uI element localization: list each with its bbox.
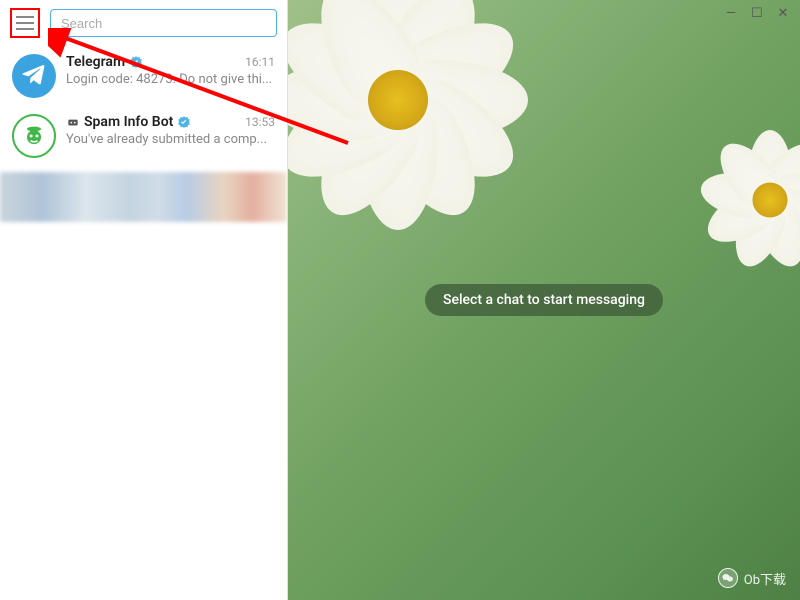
chat-avatar bbox=[12, 54, 56, 98]
chat-time: 16:11 bbox=[245, 55, 275, 69]
bot-tag-icon bbox=[66, 115, 80, 129]
watermark: Ob下载 bbox=[718, 568, 786, 588]
chat-avatar bbox=[12, 114, 56, 158]
chat-list[interactable]: Telegram 16:11 Login code: 48273. Do not… bbox=[0, 46, 287, 600]
chat-name: Telegram bbox=[66, 54, 125, 70]
minimize-button[interactable]: — bbox=[724, 6, 738, 20]
hamburger-icon bbox=[16, 16, 34, 30]
bot-icon bbox=[20, 122, 48, 150]
app-container: Telegram 16:11 Login code: 48273. Do not… bbox=[0, 0, 800, 600]
chat-time: 13:53 bbox=[245, 115, 275, 129]
chat-name: Spam Info Bot bbox=[84, 114, 173, 130]
chat-item[interactable]: Spam Info Bot 13:53 You've already submi… bbox=[0, 106, 287, 166]
sidebar-topbar bbox=[0, 0, 287, 46]
flower-decoration bbox=[700, 130, 800, 270]
sidebar: Telegram 16:11 Login code: 48273. Do not… bbox=[0, 0, 288, 600]
search-box[interactable] bbox=[50, 9, 277, 37]
chat-preview: You've already submitted a comp... bbox=[66, 132, 275, 147]
verified-icon bbox=[177, 115, 191, 129]
verified-icon bbox=[129, 55, 143, 69]
chat-item[interactable]: Telegram 16:11 Login code: 48273. Do not… bbox=[0, 46, 287, 106]
chat-content: Spam Info Bot 13:53 You've already submi… bbox=[66, 114, 275, 158]
chat-preview: Login code: 48273. Do not give thi... bbox=[66, 72, 275, 87]
close-button[interactable]: ✕ bbox=[776, 6, 790, 20]
wechat-icon bbox=[718, 568, 738, 588]
menu-button[interactable] bbox=[10, 8, 40, 38]
flower-decoration bbox=[288, 0, 528, 230]
chat-content: Telegram 16:11 Login code: 48273. Do not… bbox=[66, 54, 275, 98]
redacted-chat-row bbox=[0, 172, 287, 222]
maximize-button[interactable]: ☐ bbox=[750, 6, 764, 20]
search-input[interactable] bbox=[61, 16, 266, 31]
empty-state-message: Select a chat to start messaging bbox=[425, 284, 663, 316]
telegram-icon bbox=[21, 63, 47, 89]
watermark-label: Ob下载 bbox=[744, 569, 786, 588]
main-content: Select a chat to start messaging Ob下载 bbox=[288, 0, 800, 600]
window-controls: — ☐ ✕ bbox=[724, 6, 790, 20]
